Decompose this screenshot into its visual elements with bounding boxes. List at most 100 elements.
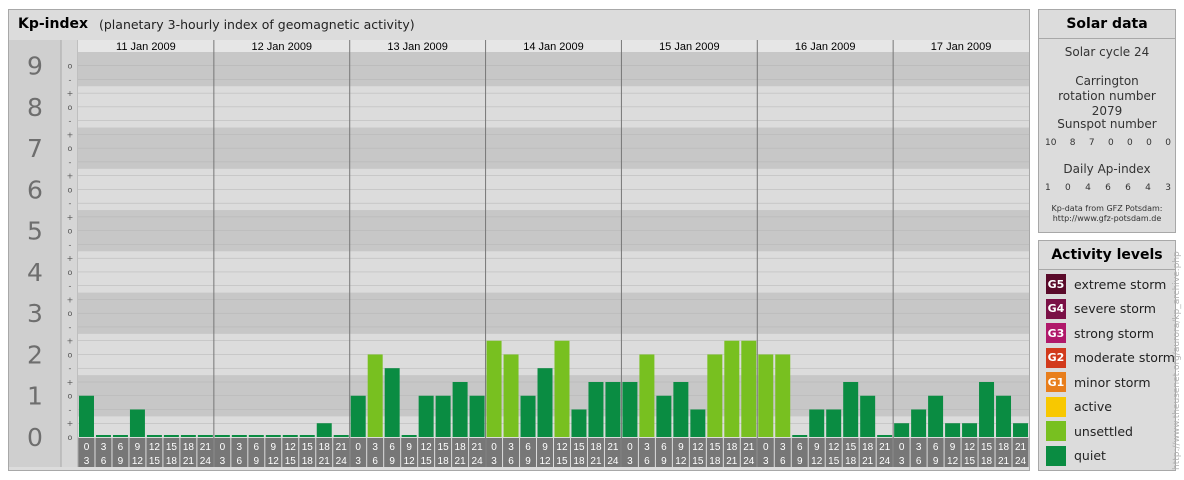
interval-end-label: 18 — [709, 456, 721, 467]
interval-end-label: 9 — [661, 456, 667, 467]
activity-label: unsettled — [1074, 423, 1133, 439]
data-source-link[interactable]: http://www.gfz-potsdam.de — [1039, 214, 1175, 224]
activity-label: extreme storm — [1074, 276, 1167, 292]
kp-bar — [656, 395, 672, 437]
data-source: Kp-data from GFZ Potsdam: — [1051, 204, 1163, 213]
y-minor-label: o — [68, 185, 73, 194]
interval-start-label: 12 — [964, 442, 976, 453]
day-label: 12 Jan 2009 — [252, 41, 313, 53]
ap-value-2: 4 — [1085, 183, 1091, 193]
day-label: 17 Jan 2009 — [931, 41, 992, 53]
kp-bar — [146, 435, 162, 437]
interval-end-label: 24 — [472, 456, 484, 467]
kp-bar — [979, 381, 995, 437]
activity-label: minor storm — [1074, 374, 1151, 390]
kp-bar — [265, 435, 281, 437]
interval-start-label: 18 — [319, 442, 331, 453]
activity-swatch: G1 — [1046, 372, 1066, 392]
kp-bar — [1013, 423, 1028, 437]
y-minor-label: - — [69, 158, 72, 167]
interval-end-label: 3 — [763, 456, 769, 467]
y-minor-label: - — [69, 199, 72, 208]
y-minor-label: o — [68, 103, 73, 112]
y-minor-label: o — [68, 62, 73, 71]
interval-start-label: 15 — [845, 442, 857, 453]
activity-label: moderate storm — [1074, 350, 1175, 365]
kp-bar — [758, 354, 774, 437]
interval-end-label: 24 — [607, 456, 619, 467]
activity-levels-title: Activity levels — [1039, 241, 1175, 270]
kp-bar — [928, 395, 944, 437]
interval-end-label: 9 — [389, 456, 395, 467]
y-minor-label: + — [67, 419, 74, 428]
ap-value-6: 3 — [1165, 183, 1171, 193]
y-minor-label: - — [69, 405, 72, 414]
y-minor-label: o — [68, 433, 73, 442]
kp-bar — [367, 354, 383, 437]
interval-start-label: 6 — [389, 442, 395, 453]
kp-bar — [673, 381, 689, 437]
interval-end-label: 24 — [336, 456, 348, 467]
kp-bar — [248, 435, 264, 437]
y-minor-label: + — [67, 130, 74, 139]
interval-end-label: 9 — [118, 456, 124, 467]
interval-start-label: 3 — [780, 442, 786, 453]
ap-value-3: 6 — [1105, 183, 1111, 193]
kp-bar — [588, 381, 604, 437]
kp-bar — [520, 395, 536, 437]
sunspot-value-6: 0 — [1165, 138, 1171, 148]
interval-end-label: 18 — [302, 456, 314, 467]
interval-start-label: 12 — [556, 442, 568, 453]
y-tick-label: 4 — [27, 258, 43, 287]
interval-start-label: 9 — [271, 442, 277, 453]
kp-bar — [486, 340, 502, 437]
y-tick-label: 9 — [27, 52, 43, 81]
interval-end-label: 12 — [539, 456, 551, 467]
interval-start-label: 0 — [491, 442, 497, 453]
interval-start-label: 9 — [542, 442, 548, 453]
kp-bar — [724, 340, 740, 437]
interval-start-label: 3 — [916, 442, 922, 453]
activity-swatch: G2 — [1046, 347, 1066, 368]
interval-end-label: 12 — [404, 456, 416, 467]
kp-bar — [112, 435, 128, 437]
y-minor-label: - — [69, 240, 72, 249]
y-tick-label: 5 — [27, 217, 43, 246]
activity-swatch — [1046, 421, 1066, 441]
interval-end-label: 3 — [220, 456, 226, 467]
kp-band-9 — [78, 52, 1029, 87]
y-minor-label: o — [68, 227, 73, 236]
interval-start-label: 18 — [862, 442, 874, 453]
interval-end-label: 21 — [862, 456, 874, 467]
sunspot-value-4: 0 — [1127, 138, 1133, 148]
kp-bar — [605, 381, 621, 437]
solar-cycle: Solar cycle 24 — [1064, 45, 1150, 59]
kp-bar — [418, 395, 434, 437]
interval-start-label: 21 — [607, 442, 619, 453]
interval-start-label: 0 — [220, 442, 226, 453]
interval-start-label: 18 — [998, 442, 1010, 453]
interval-end-label: 21 — [455, 456, 467, 467]
kp-bar — [554, 340, 570, 437]
kp-bar — [707, 354, 723, 437]
y-tick-label: 2 — [27, 340, 43, 369]
interval-end-label: 15 — [421, 456, 433, 467]
interval-start-label: 0 — [84, 442, 90, 453]
interval-start-label: 9 — [406, 442, 412, 453]
activity-levels-panel: Activity levels G5 extreme storm G4 severe … — [1038, 240, 1176, 471]
y-minor-label: o — [68, 268, 73, 277]
sunspot-value-0: 10 — [1045, 138, 1057, 148]
kp-bar — [537, 368, 553, 437]
interval-start-label: 18 — [455, 442, 467, 453]
activity-swatch: G4 — [1046, 298, 1066, 319]
interval-start-label: 3 — [372, 442, 378, 453]
ap-value-0: 1 — [1045, 183, 1051, 193]
kp-bar — [809, 409, 825, 437]
kp-bar — [384, 368, 400, 437]
daily-ap-label: Daily Ap-index — [1063, 162, 1151, 176]
interval-start-label: 3 — [101, 442, 107, 453]
interval-end-label: 6 — [644, 456, 650, 467]
y-tick-label: 8 — [27, 93, 43, 122]
kp-bar — [180, 435, 196, 437]
kp-bar — [282, 435, 298, 437]
